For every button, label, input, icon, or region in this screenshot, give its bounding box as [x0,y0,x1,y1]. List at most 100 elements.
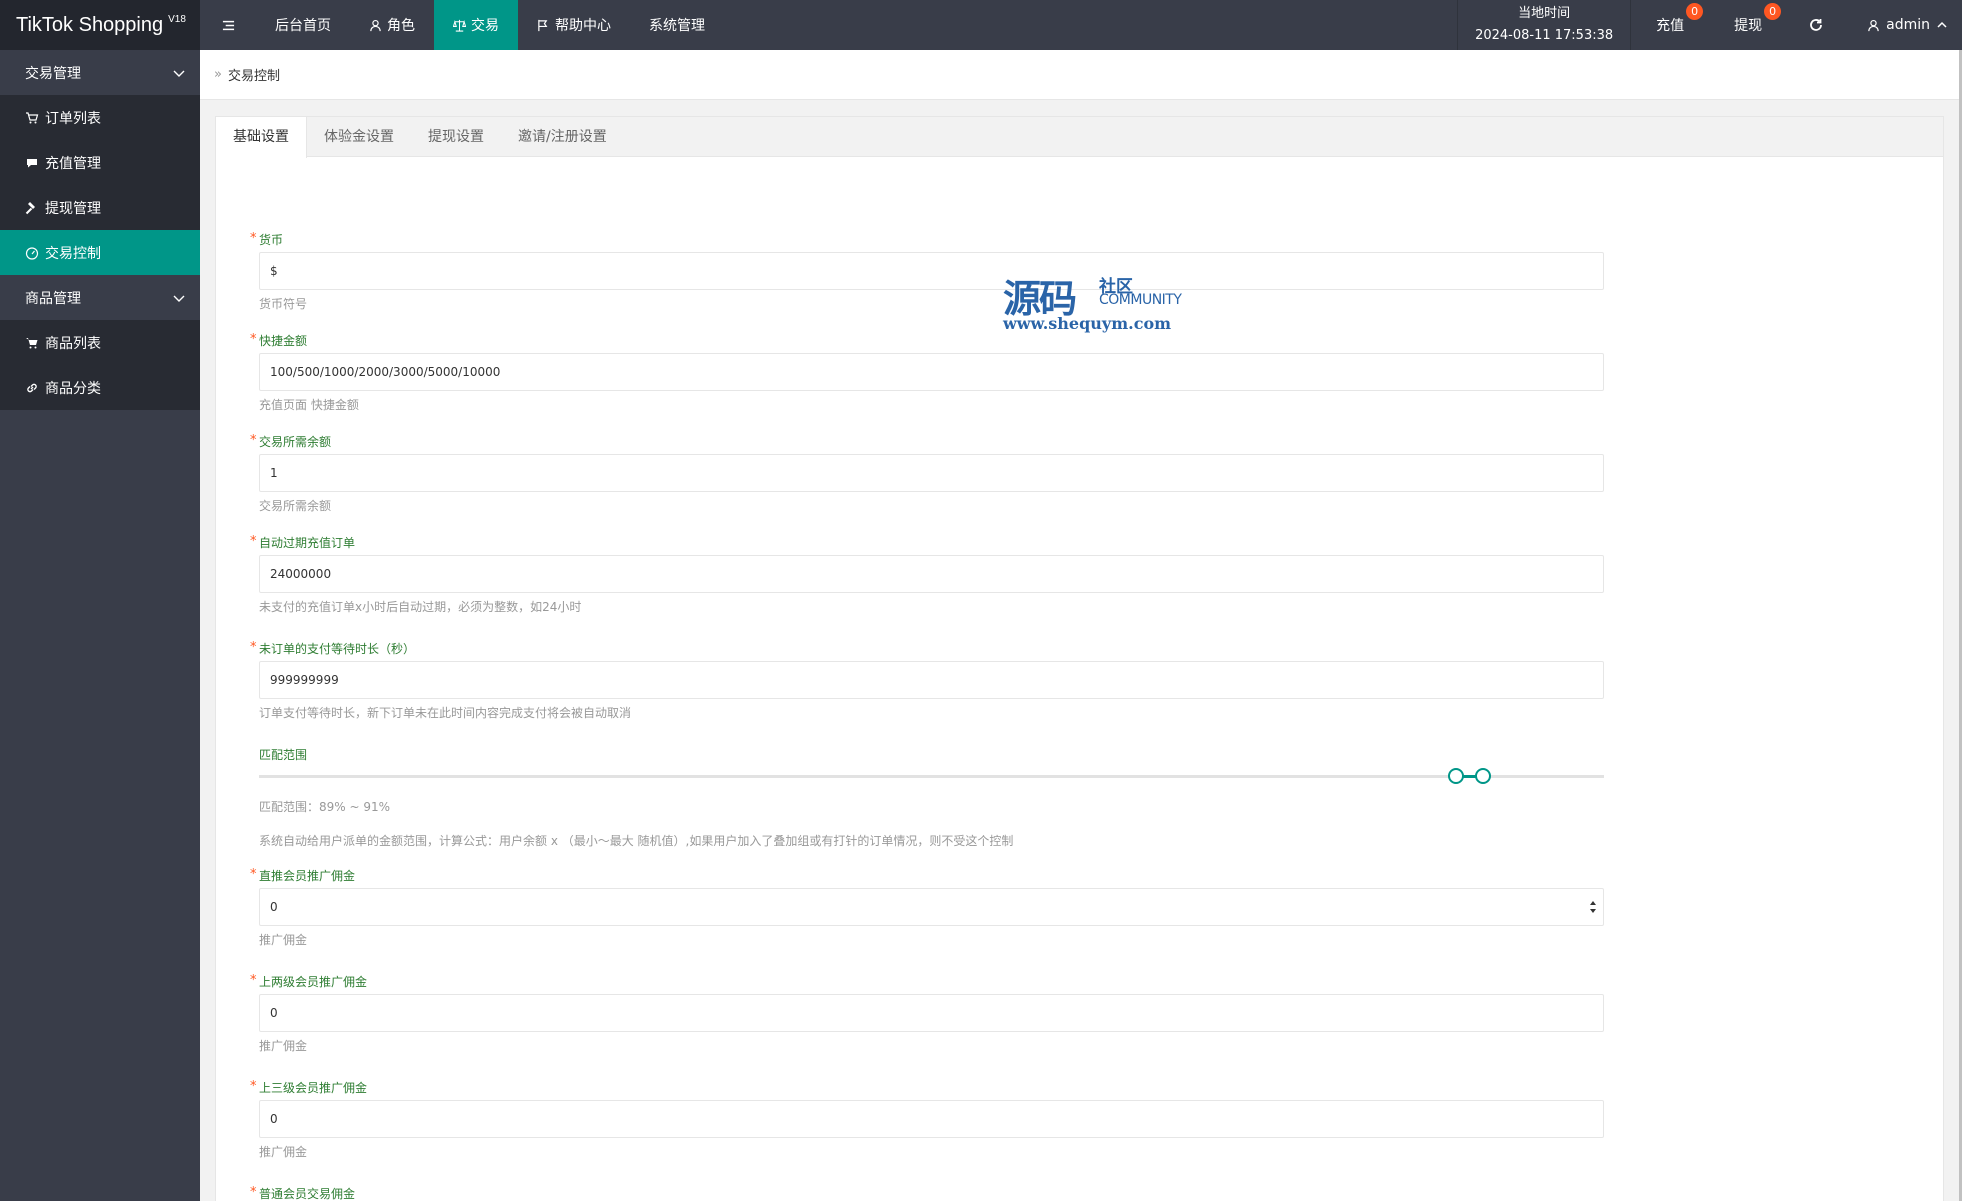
field-pay-wait: 未订单的支付等待时长（秒） 999999999 订单支付等待时长，新下订单未在此… [250,640,1604,721]
sidebar: 交易管理 订单列表 充值管理 提现管理 交易控制 商品管理 商品列表 商品分类 [0,50,200,1201]
settings-tabs: 基础设置 体验金设置 提现设置 邀请/注册设置 [216,117,1943,158]
sidebar-item-goods-category[interactable]: 商品分类 [0,365,200,410]
field-required-balance: 交易所需余额 1 交易所需余额 [250,433,1604,514]
chevron-up-icon [1937,21,1947,28]
range-slider-min-handle[interactable] [1448,768,1465,784]
username: admin [1886,17,1930,33]
field-label: 自动过期充值订单 [250,534,1604,551]
refresh-icon [1810,19,1823,31]
pay-wait-input[interactable]: 999999999 [259,661,1604,699]
user-icon [370,19,381,31]
field-hint: 订单支付等待时长，新下订单未在此时间内容完成支付将会被自动取消 [259,706,632,720]
field-label: 直推会员推广佣金 [250,867,1604,884]
app-version: V18 [168,13,186,25]
refresh-button[interactable] [1787,0,1845,50]
field-label: 交易所需余额 [250,433,1604,450]
field-direct-commission: 直推会员推广佣金 0 推广佣金 [250,867,1604,948]
sidebar-sub-trade: 订单列表 充值管理 提现管理 交易控制 [0,95,200,275]
flag-icon [538,19,548,31]
required-balance-input[interactable]: 1 [259,454,1604,492]
gauge-icon [25,246,39,260]
level2-commission-input[interactable]: 0 [259,994,1604,1032]
nav-role[interactable]: 角色 [350,0,434,50]
field-hint: 系统自动给用户派单的金额范围，计算公式：用户余额 x （最小～最大 随机值）,如… [259,834,1014,848]
field-quick-amount: 快捷金额 100/500/1000/2000/3000/5000/10000 充… [250,332,1604,413]
time-value: 2024-08-11 17:53:38 [1475,28,1614,43]
sidebar-toggle-button[interactable] [200,0,256,50]
chevron-down-icon [173,70,185,77]
field-hint: 推广佣金 [259,1039,308,1053]
scale-icon [453,19,466,32]
link-icon [27,383,37,392]
watermark-logo: 源码 社区 COMMUNITY www.shequym.com [1003,268,1203,340]
level3-commission-input[interactable]: 0 [259,1100,1604,1138]
field-label: 上两级会员推广佣金 [250,973,1604,990]
withdraw-notice-button[interactable]: 提现 0 [1709,0,1787,50]
auto-expire-input[interactable]: 24000000 [259,555,1604,593]
tab-trial-fund[interactable]: 体验金设置 [307,117,411,157]
field-level3-commission: 上三级会员推广佣金 0 推广佣金 [250,1079,1604,1160]
tab-invite-register[interactable]: 邀请/注册设置 [501,117,624,157]
watermark-en: COMMUNITY [1099,292,1182,308]
sidebar-item-withdraw[interactable]: 提现管理 [0,185,200,230]
range-slider-track[interactable] [259,768,1604,784]
range-value-text: 匹配范围：89% ~ 91% [259,800,391,814]
field-label: 匹配范围 [259,748,308,762]
field-match-range: 匹配范围 匹配范围：89% ~ 91% 系统自动给用户派单的金额范围，计算公式：… [259,748,1604,848]
sidebar-item-trade-control[interactable]: 交易控制 [0,230,200,275]
sidebar-group-goods[interactable]: 商品管理 [0,275,200,320]
direct-commission-input[interactable]: 0 [259,888,1604,926]
field-hint: 推广佣金 [259,933,308,947]
field-level2-commission: 上两级会员推广佣金 0 推广佣金 [250,973,1604,1054]
nav-home[interactable]: 后台首页 [256,0,350,50]
app-title: TikTok Shopping [16,13,164,36]
field-label: 普通会员交易佣金 [250,1185,1604,1201]
watermark-url: www.shequym.com [1003,314,1172,333]
user-menu[interactable]: admin [1845,0,1962,50]
nav-help[interactable]: 帮助中心 [518,0,630,50]
local-time: 当地时间 2024-08-11 17:53:38 [1457,0,1632,50]
app-logo[interactable]: TikTok Shopping V18 [0,0,200,50]
header-right: 当地时间 2024-08-11 17:53:38 充值 0 提现 0 admin [1457,0,1962,50]
tab-basic[interactable]: 基础设置 [216,117,307,158]
recharge-notice-button[interactable]: 充值 0 [1631,0,1709,50]
breadcrumb-current: 交易控制 [227,69,280,84]
sidebar-group-trade[interactable]: 交易管理 [0,50,200,95]
range-slider-max-handle[interactable] [1474,768,1491,784]
withdraw-badge: 0 [1764,3,1782,20]
breadcrumb: » 交易控制 [200,50,1959,100]
field-hint: 交易所需余额 [259,499,332,513]
number-spinner-icon[interactable] [1589,900,1597,914]
cart-icon [26,111,39,123]
field-hint: 充值页面 快捷金额 [259,398,359,412]
comment-icon [27,158,37,167]
field-hint: 货币符号 [259,297,308,311]
field-currency: 货币 $ 货币符号 [250,231,1604,312]
field-hint: 未支付的充值订单x小时后自动过期，必须为整数，如24小时 [259,600,582,614]
top-header: TikTok Shopping V18 后台首页 角色 交易 帮助中心 系统管理 … [0,0,1962,50]
field-label: 快捷金额 [250,332,1604,349]
double-chevron-icon: » [214,67,222,82]
sidebar-item-recharge[interactable]: 充值管理 [0,140,200,185]
field-hint: 推广佣金 [259,1145,308,1159]
quick-amount-input[interactable]: 100/500/1000/2000/3000/5000/10000 [259,353,1604,391]
recharge-badge: 0 [1686,3,1704,20]
currency-input[interactable]: $ [259,252,1604,290]
field-normal-commission: 普通会员交易佣金 [250,1185,1604,1201]
user-icon [1868,19,1879,31]
sidebar-item-orders[interactable]: 订单列表 [0,95,200,140]
sidebar-sub-goods: 商品列表 商品分类 [0,320,200,410]
sidebar-item-goods-list[interactable]: 商品列表 [0,320,200,365]
field-label: 货币 [250,231,1604,248]
time-label: 当地时间 [1518,6,1571,21]
field-label: 未订单的支付等待时长（秒） [250,640,1604,657]
field-auto-expire: 自动过期充值订单 24000000 未支付的充值订单x小时后自动过期，必须为整数… [250,534,1604,615]
chevron-down-icon [173,295,185,302]
top-nav: 后台首页 角色 交易 帮助中心 系统管理 [200,0,724,50]
nav-trade[interactable]: 交易 [434,0,518,50]
nav-system[interactable]: 系统管理 [630,0,724,50]
menu-icon [222,20,234,30]
tab-withdraw[interactable]: 提现设置 [411,117,501,157]
cart-icon [26,337,38,348]
field-label: 上三级会员推广佣金 [250,1079,1604,1096]
